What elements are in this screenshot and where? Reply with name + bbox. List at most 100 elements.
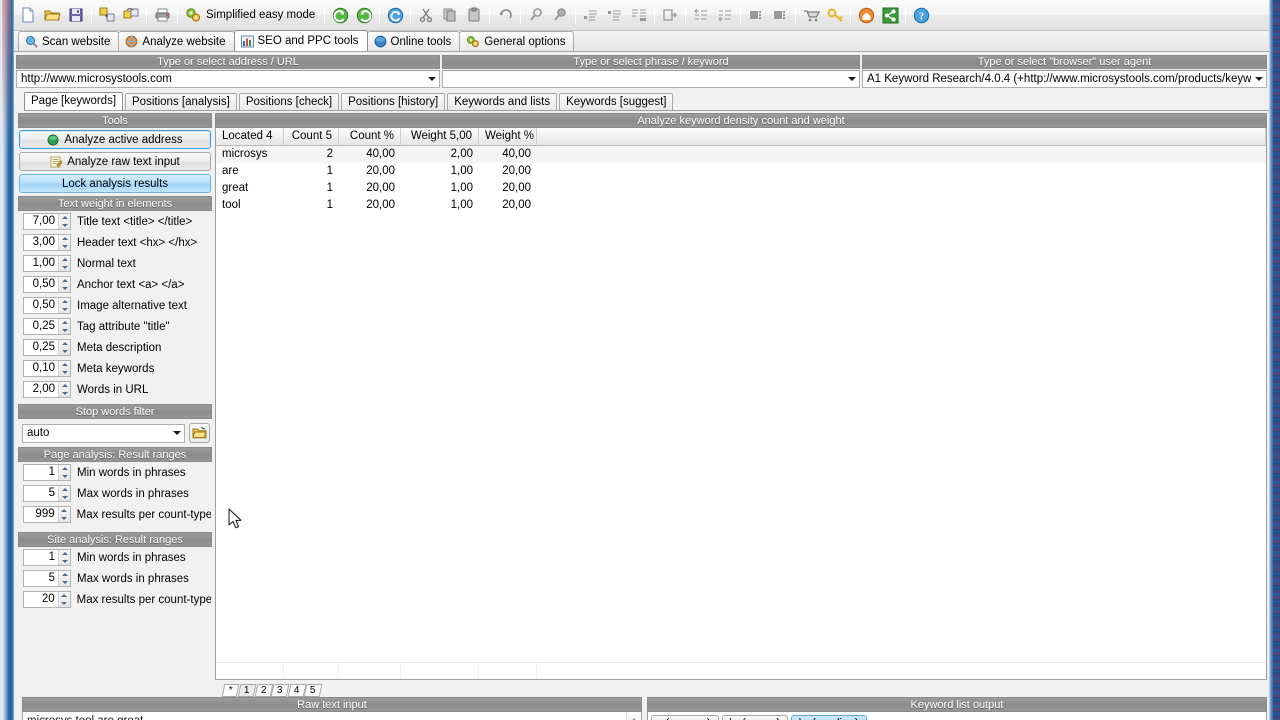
chevron-down-icon[interactable]	[424, 71, 439, 87]
chevron-down-icon[interactable]	[844, 71, 859, 87]
stepper-down[interactable]	[59, 243, 70, 251]
stepper-up[interactable]	[59, 550, 70, 558]
stepper-value[interactable]: 0,10	[24, 361, 58, 376]
cut-icon[interactable]	[414, 3, 438, 27]
subtab-positions-check[interactable]: Positions [check]	[238, 93, 340, 110]
stepper-down[interactable]	[59, 369, 70, 377]
stepper-buttons[interactable]	[58, 465, 70, 480]
stepper-buttons[interactable]	[58, 340, 70, 355]
undo-icon[interactable]	[493, 3, 517, 27]
home-icon[interactable]	[854, 3, 878, 27]
stepper-up[interactable]	[59, 465, 70, 473]
address-url-input[interactable]: http://www.microsystools.com	[21, 73, 424, 85]
weight-header-text-stepper[interactable]: 3,00	[23, 234, 71, 251]
stepper-value[interactable]: 999	[24, 507, 58, 522]
movie-right-icon[interactable]	[768, 3, 792, 27]
site-max-words-stepper[interactable]: 5	[23, 570, 71, 587]
stepper-up[interactable]	[59, 571, 70, 579]
subtab-keywords-and-lists[interactable]: Keywords and lists	[447, 93, 558, 110]
address-useragent-input[interactable]: A1 Keyword Research/4.0.4 (+http://www.m…	[867, 73, 1251, 85]
indent-list-icon[interactable]	[579, 3, 603, 27]
back-icon[interactable]	[328, 3, 352, 27]
page-min-words-stepper[interactable]: 1	[23, 464, 71, 481]
weight-title-text-stepper[interactable]: 7,00	[23, 213, 71, 230]
stop-words-browse-button[interactable]	[189, 423, 210, 443]
stepper-buttons[interactable]	[58, 486, 70, 501]
stepper-down[interactable]	[59, 306, 70, 314]
stepper-up[interactable]	[59, 319, 70, 327]
address-useragent-combo[interactable]: A1 Keyword Research/4.0.4 (+http://www.m…	[862, 70, 1267, 88]
duplicate-project-icon[interactable]	[119, 3, 143, 27]
raw-text-area[interactable]: microsys tool are great microsys	[23, 712, 641, 720]
paste-icon[interactable]	[462, 3, 486, 27]
stepper-up[interactable]	[59, 298, 70, 306]
stepper-buttons[interactable]	[57, 592, 70, 607]
stepper-value[interactable]: 1	[24, 465, 58, 480]
page-max-words-stepper[interactable]: 5	[23, 485, 71, 502]
stepper-up[interactable]	[59, 486, 70, 494]
tab-analyze-website[interactable]: Analyze website	[118, 31, 235, 51]
stepper-up[interactable]	[59, 256, 70, 264]
stepper-down[interactable]	[59, 285, 70, 293]
zoom-out-icon[interactable]	[548, 3, 572, 27]
stepper-buttons[interactable]	[58, 235, 70, 250]
column-header-weight[interactable]: Weight 5,00	[401, 128, 479, 146]
stepper-buttons[interactable]	[58, 571, 70, 586]
stepper-up[interactable]	[59, 214, 70, 222]
weight-tag-title-stepper[interactable]: 0,25	[23, 318, 71, 335]
stepper-value[interactable]: 7,00	[24, 214, 58, 229]
filter-down-icon[interactable]	[713, 3, 737, 27]
subtab-page-keywords[interactable]: Page [keywords]	[24, 92, 124, 110]
filter-up-icon[interactable]	[689, 3, 713, 27]
stepper-up[interactable]	[59, 340, 70, 348]
separator-newline-button[interactable]: \n (newline)	[791, 715, 867, 720]
address-url-combo[interactable]: http://www.microsystools.com	[16, 70, 440, 88]
stepper-value[interactable]: 5	[24, 486, 58, 501]
stepper-up[interactable]	[59, 277, 70, 285]
stepper-down[interactable]	[59, 558, 70, 566]
stepper-value[interactable]: 5	[24, 571, 58, 586]
outdent-list-icon[interactable]	[603, 3, 627, 27]
mode-toggle-button[interactable]: Simplified easy mode	[181, 3, 321, 27]
stepper-up[interactable]	[59, 361, 70, 369]
new-document-icon[interactable]	[16, 3, 40, 27]
stepper-down[interactable]	[59, 473, 70, 481]
stepper-buttons[interactable]	[58, 256, 70, 271]
scroll-up-icon[interactable]	[627, 712, 641, 720]
raw-text-input[interactable]: microsys tool are great microsys	[23, 712, 626, 720]
site-min-words-stepper[interactable]: 1	[23, 549, 71, 566]
copy-project-icon[interactable]	[95, 3, 119, 27]
stepper-buttons[interactable]	[58, 298, 70, 313]
movie-left-icon[interactable]	[744, 3, 768, 27]
subtab-keywords-suggest[interactable]: Keywords [suggest]	[559, 93, 674, 110]
open-folder-icon[interactable]	[40, 3, 64, 27]
stepper-down[interactable]	[59, 494, 70, 502]
table-row[interactable]: are 1 20,00 1,00 20,00	[216, 163, 1266, 180]
tab-scan-website[interactable]: Scan website	[18, 31, 120, 51]
column-header-count-pct[interactable]: Count %	[339, 128, 401, 146]
column-header-weight-pct[interactable]: Weight %	[479, 128, 537, 146]
stepper-value[interactable]: 0,25	[24, 340, 58, 355]
stepper-down[interactable]	[59, 222, 70, 230]
analyze-raw-text-input-button[interactable]: Analyze raw text input	[19, 152, 211, 171]
chevron-down-icon[interactable]	[1251, 71, 1266, 87]
stepper-down[interactable]	[59, 264, 70, 272]
column-header-located[interactable]: Located 4	[216, 128, 284, 146]
separator-space-button[interactable]: \s (space)	[721, 715, 789, 720]
weight-normal-text-stepper[interactable]: 1,00	[23, 255, 71, 272]
stepper-up[interactable]	[59, 235, 70, 243]
stepper-up[interactable]	[59, 382, 70, 390]
analyze-active-address-button[interactable]: Analyze active address	[19, 130, 211, 149]
weight-meta-keywords-stepper[interactable]: 0,10	[23, 360, 71, 377]
table-row[interactable]: microsys 2 40,00 2,00 40,00	[216, 146, 1266, 163]
table-row[interactable]: great 1 20,00 1,00 20,00	[216, 180, 1266, 197]
stepper-value[interactable]: 20	[24, 592, 58, 607]
tab-seo-and-ppc-tools[interactable]: SEO and PPC tools	[233, 30, 368, 51]
zoom-in-icon[interactable]	[524, 3, 548, 27]
page-tab-3[interactable]: 3	[270, 684, 290, 697]
tab-general-options[interactable]: General options	[459, 31, 575, 51]
site-max-results-stepper[interactable]: 20	[23, 591, 71, 608]
stepper-down[interactable]	[59, 579, 70, 587]
cart-icon[interactable]	[799, 3, 823, 27]
stepper-value[interactable]: 1,00	[24, 256, 58, 271]
